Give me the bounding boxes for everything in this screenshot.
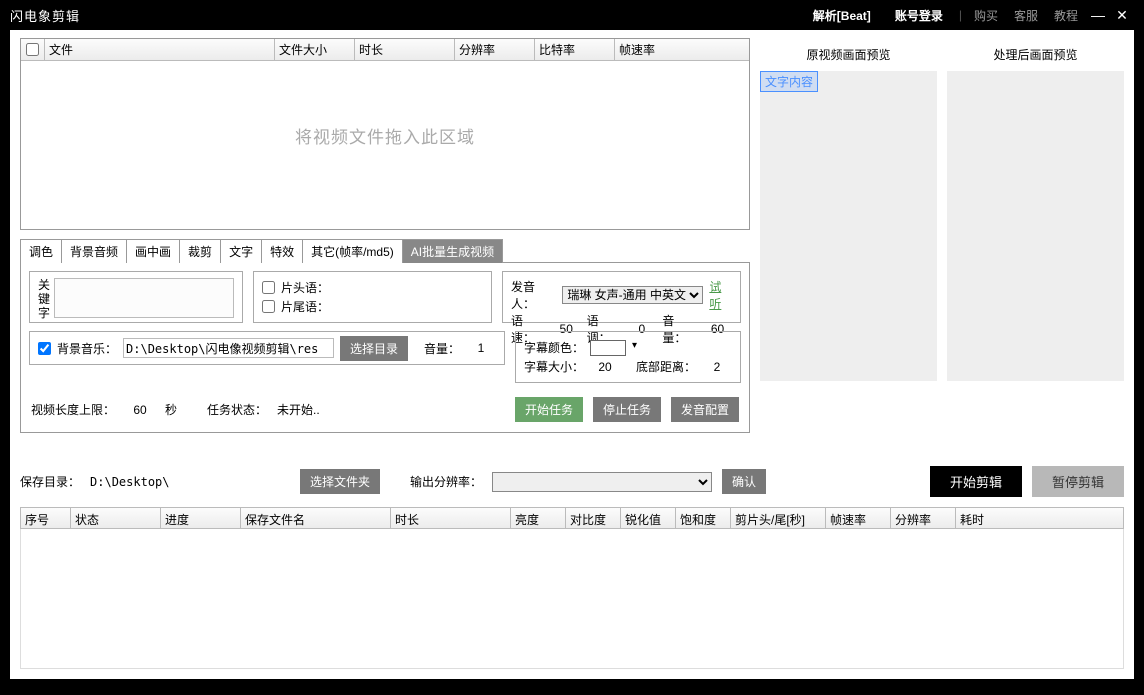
tab-text[interactable]: 文字 xyxy=(220,239,262,263)
tab-fx[interactable]: 特效 xyxy=(261,239,303,263)
rc-elapsed[interactable]: 耗时 xyxy=(956,508,1123,528)
file-table: 文件 文件大小 时长 分辨率 比特率 帧速率 将视频文件拖入此区域 xyxy=(20,38,750,230)
rc-trim[interactable]: 剪片头/尾[秒] xyxy=(731,508,826,528)
pause-clip-button[interactable]: 暂停剪辑 xyxy=(1032,466,1124,497)
rc-contrast[interactable]: 对比度 xyxy=(566,508,621,528)
close-button[interactable]: ✕ xyxy=(1110,7,1134,24)
tab-crop[interactable]: 裁剪 xyxy=(179,239,221,263)
rc-fps[interactable]: 帧速率 xyxy=(826,508,891,528)
col-file[interactable]: 文件 xyxy=(45,39,275,60)
bgm-checkbox[interactable] xyxy=(38,342,51,355)
orig-preview-box: 文字内容 xyxy=(760,71,937,381)
stop-task-button[interactable]: 停止任务 xyxy=(593,397,661,422)
output-res-select[interactable] xyxy=(492,472,712,492)
tab-body: 关键字 片头语： 片尾语： xyxy=(20,262,750,433)
try-listen-link[interactable]: 试听 xyxy=(709,278,732,312)
text-content-tag[interactable]: 文字内容 xyxy=(760,71,818,92)
service-link[interactable]: 客服 xyxy=(1014,7,1038,24)
bgm-path-input[interactable] xyxy=(123,338,334,358)
rc-duration[interactable]: 时长 xyxy=(391,508,511,528)
buy-link[interactable]: 购买 xyxy=(974,7,998,24)
rc-sharpen[interactable]: 锐化值 xyxy=(621,508,676,528)
speaker-select[interactable]: 瑞琳 女声-通用 中英文 xyxy=(562,286,703,304)
account-login-link[interactable]: 账号登录 xyxy=(895,7,943,24)
result-table-body xyxy=(20,529,1124,669)
app-title: 闪电象剪辑 xyxy=(10,6,80,25)
save-dir-path: D:\Desktop\ xyxy=(90,475,290,489)
keyword-panel: 关键字 xyxy=(29,271,243,323)
start-task-button[interactable]: 开始任务 xyxy=(515,397,583,422)
keyword-textarea[interactable] xyxy=(54,278,234,318)
phrase-panel: 片头语： 片尾语： xyxy=(253,271,492,323)
col-bitrate[interactable]: 比特率 xyxy=(535,39,615,60)
col-size[interactable]: 文件大小 xyxy=(275,39,355,60)
start-clip-button[interactable]: 开始剪辑 xyxy=(930,466,1022,497)
tail-phrase-checkbox[interactable] xyxy=(262,300,275,313)
head-phrase-checkbox[interactable] xyxy=(262,281,275,294)
bgm-panel: 背景音乐： 选择目录 音量： 1 xyxy=(29,331,505,365)
limit-label: 视频长度上限： xyxy=(31,401,115,418)
bgm-vol-label: 音量： xyxy=(424,340,460,357)
speaker-label: 发音人： xyxy=(511,278,556,312)
head-phrase-label: 片头语： xyxy=(281,279,329,296)
tab-pip[interactable]: 画中画 xyxy=(126,239,180,263)
parse-beat-link[interactable]: 解析[Beat] xyxy=(813,7,871,24)
select-all-checkbox[interactable] xyxy=(26,43,39,56)
titlebar: 闪电象剪辑 解析[Beat] 账号登录 | 购买 客服 教程 — ✕ xyxy=(0,0,1144,30)
sub-size-value[interactable]: 20 xyxy=(590,360,620,374)
rc-index[interactable]: 序号 xyxy=(21,508,71,528)
minimize-button[interactable]: — xyxy=(1086,7,1110,23)
file-drop-zone[interactable]: 将视频文件拖入此区域 xyxy=(21,61,749,229)
output-res-label: 输出分辨率： xyxy=(410,473,482,490)
voice-config-button[interactable]: 发音配置 xyxy=(671,397,739,422)
tail-phrase-label: 片尾语： xyxy=(281,298,329,315)
tabs: 调色 背景音频 画中画 裁剪 文字 特效 其它(帧率/md5) AI批量生成视频 xyxy=(20,238,750,262)
tab-color[interactable]: 调色 xyxy=(20,239,62,263)
sub-bottom-label: 底部距离： xyxy=(636,358,696,375)
bgm-label: 背景音乐： xyxy=(57,340,117,357)
rc-res[interactable]: 分辨率 xyxy=(891,508,956,528)
rc-status[interactable]: 状态 xyxy=(71,508,161,528)
tutorial-link[interactable]: 教程 xyxy=(1054,7,1078,24)
tab-ai-batch[interactable]: AI批量生成视频 xyxy=(402,239,503,263)
confirm-button[interactable]: 确认 xyxy=(722,469,766,494)
rc-progress[interactable]: 进度 xyxy=(161,508,241,528)
col-duration[interactable]: 时长 xyxy=(355,39,455,60)
proc-preview-box xyxy=(947,71,1124,381)
choose-folder-button[interactable]: 选择文件夹 xyxy=(300,469,380,494)
file-table-header: 文件 文件大小 时长 分辨率 比特率 帧速率 xyxy=(21,39,749,61)
sub-color-label: 字幕颜色： xyxy=(524,339,584,356)
task-status-label: 任务状态： xyxy=(207,401,267,418)
limit-value[interactable]: 60 xyxy=(125,403,155,417)
rc-brightness[interactable]: 亮度 xyxy=(511,508,566,528)
save-dir-label: 保存目录： xyxy=(20,473,80,490)
sub-size-label: 字幕大小： xyxy=(524,358,584,375)
tab-other[interactable]: 其它(帧率/md5) xyxy=(302,239,403,263)
sub-color-picker[interactable] xyxy=(590,340,626,356)
subtitle-panel: 字幕颜色： 字幕大小： 20 底部距离： 2 xyxy=(515,331,741,383)
orig-preview-title: 原视频画面预览 xyxy=(760,40,937,71)
sub-bottom-value[interactable]: 2 xyxy=(702,360,732,374)
result-table-header: 序号 状态 进度 保存文件名 时长 亮度 对比度 锐化值 饱和度 剪片头/尾[秒… xyxy=(20,507,1124,529)
tab-bgm[interactable]: 背景音频 xyxy=(61,239,127,263)
keyword-label: 关键字 xyxy=(38,278,54,316)
rc-filename[interactable]: 保存文件名 xyxy=(241,508,391,528)
bgm-vol-value[interactable]: 1 xyxy=(466,341,496,355)
bgm-choose-button[interactable]: 选择目录 xyxy=(340,336,408,361)
rc-saturation[interactable]: 饱和度 xyxy=(676,508,731,528)
col-fps[interactable]: 帧速率 xyxy=(615,39,749,60)
limit-unit: 秒 xyxy=(165,401,177,418)
proc-preview-title: 处理后画面预览 xyxy=(947,40,1124,71)
voice-panel: 发音人： 瑞琳 女声-通用 中英文 试听 语速： 50 语调： 0 音量： 60 xyxy=(502,271,741,323)
col-resolution[interactable]: 分辨率 xyxy=(455,39,535,60)
task-status-value: 未开始.. xyxy=(277,401,320,418)
